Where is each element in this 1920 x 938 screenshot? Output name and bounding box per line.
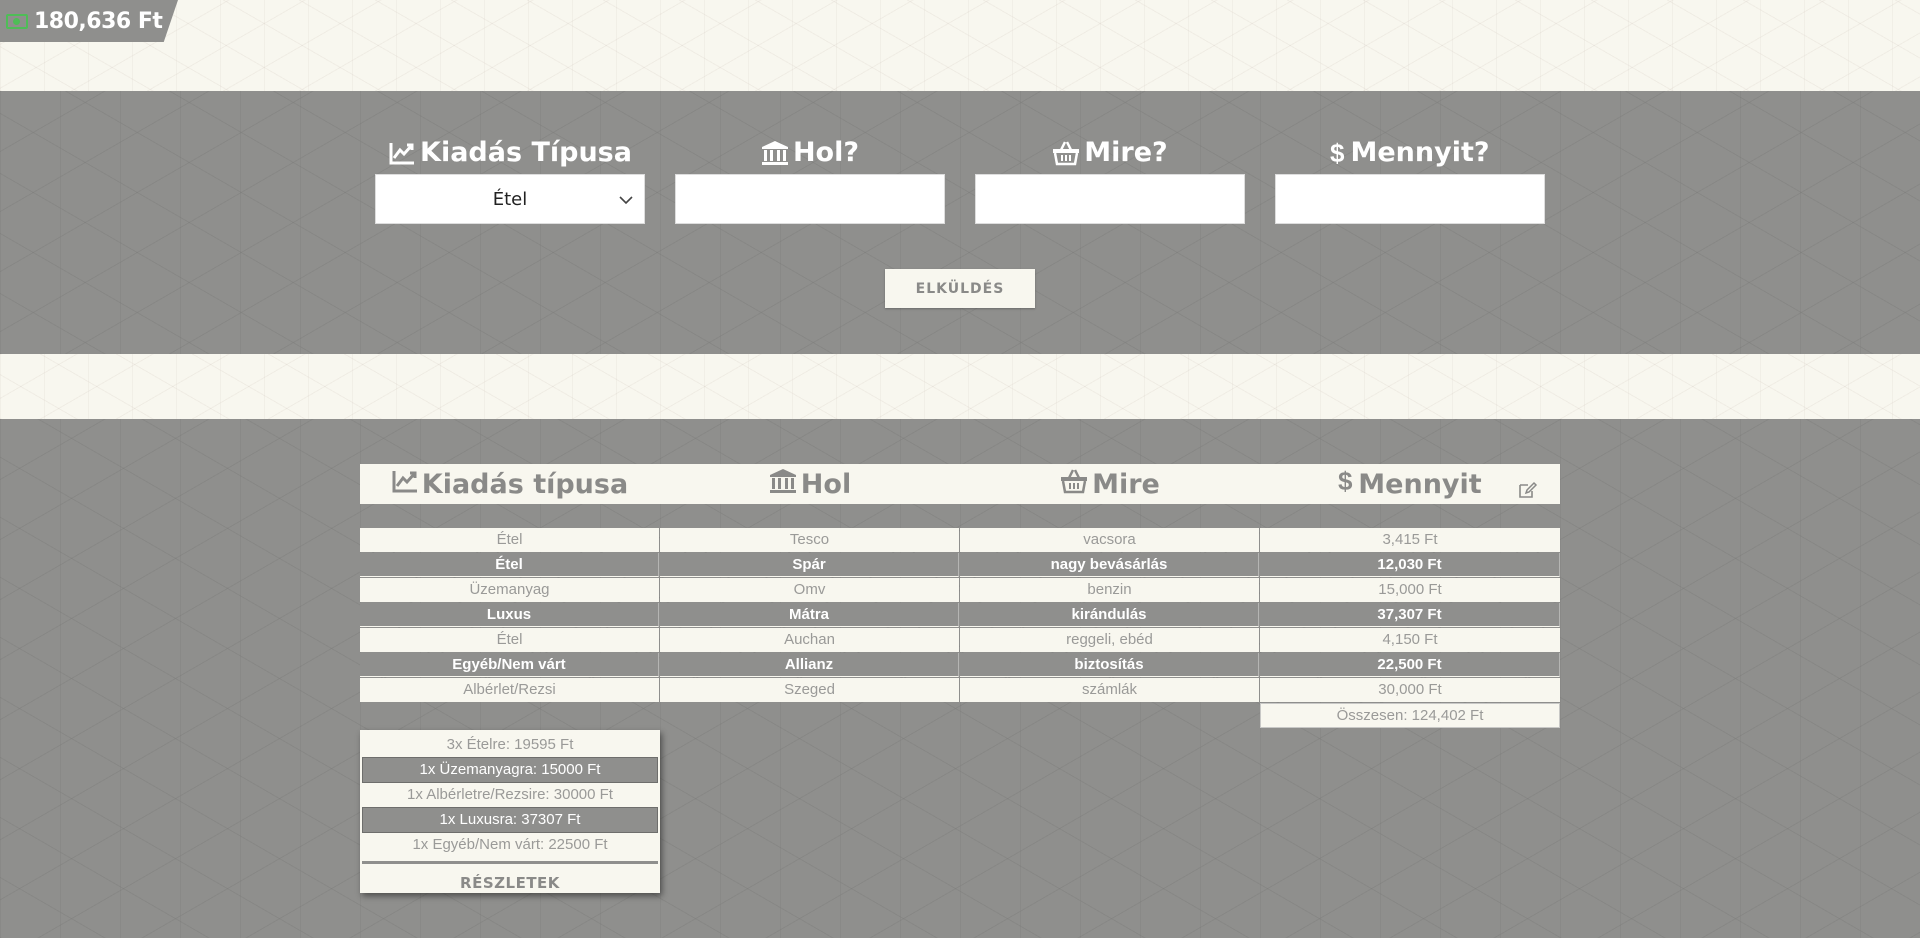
cell-type: Üzemanyag xyxy=(360,578,659,602)
expense-type-column: Kiadás Típusa xyxy=(375,133,645,173)
cell-where: Spár xyxy=(660,553,959,577)
table-row: Albérlet/Rezsi Szeged számlák 30,000 Ft xyxy=(360,678,1560,703)
table-total: Összesen: 124,402 Ft xyxy=(1260,703,1560,728)
svg-text:$: $ xyxy=(1330,139,1345,167)
header-what-text: Mire xyxy=(1092,468,1160,500)
expense-table: Étel Tesco vacsora 3,415 Ft Étel Spár na… xyxy=(360,528,1560,703)
cell-what: nagy bevásárlás xyxy=(960,553,1259,577)
summary-item: 1x Luxusra: 37307 Ft xyxy=(362,807,658,833)
expense-type-select[interactable]: Étel xyxy=(375,174,645,224)
table-row: Étel Spár nagy bevásárlás 12,030 Ft xyxy=(360,553,1560,578)
cell-type: Albérlet/Rezsi xyxy=(360,678,659,702)
summary-item: 3x Ételre: 19595 Ft xyxy=(446,736,574,753)
balance-badge: 180,636 Ft xyxy=(0,0,178,42)
dollar-icon: $ xyxy=(1330,139,1346,167)
table-row: Egyéb/Nem várt Allianz biztosítás 22,500… xyxy=(360,653,1560,678)
header-expense-type-text: Kiadás típusa xyxy=(421,468,629,500)
header-amount: $ Mennyit xyxy=(1260,464,1560,504)
table-row: Luxus Mátra kirándulás 37,307 Ft xyxy=(360,603,1560,628)
where-label: Hol? xyxy=(675,133,945,173)
header-what: Mire xyxy=(960,464,1260,504)
cell-type: Egyéb/Nem várt xyxy=(360,653,659,677)
cell-what: biztosítás xyxy=(960,653,1259,677)
line-chart-icon xyxy=(392,469,418,500)
where-label-text: Hol? xyxy=(792,137,860,168)
header-where: Hol xyxy=(660,464,960,504)
cell-what: kirándulás xyxy=(960,603,1259,627)
what-column: Mire? xyxy=(975,133,1245,173)
header-where-text: Hol xyxy=(800,468,852,500)
expense-type-selected: Étel xyxy=(492,188,528,210)
cell-amount: 22,500 Ft xyxy=(1260,653,1560,677)
table-header: Kiadás típusa Hol Mire $ Mennyit xyxy=(360,464,1560,504)
amount-label: $ Mennyit? xyxy=(1275,133,1545,173)
submit-button[interactable]: ELKÜLDÉS xyxy=(885,269,1035,308)
line-chart-icon xyxy=(388,139,416,167)
basket-icon xyxy=(1052,139,1080,167)
what-field[interactable] xyxy=(975,174,1245,224)
where-field[interactable] xyxy=(675,174,945,224)
amount-input[interactable] xyxy=(1276,175,1544,223)
cell-amount: 12,030 Ft xyxy=(1260,553,1560,577)
cell-what: benzin xyxy=(960,578,1259,602)
divider-band xyxy=(0,354,1920,419)
basket-icon xyxy=(1060,468,1088,501)
cell-amount: 30,000 Ft xyxy=(1260,678,1560,702)
cell-what: számlák xyxy=(960,678,1259,702)
cell-type: Étel xyxy=(360,628,659,652)
balance-amount: 180,636 Ft xyxy=(34,8,163,34)
where-input[interactable] xyxy=(676,175,944,223)
what-label: Mire? xyxy=(975,133,1245,173)
what-input[interactable] xyxy=(976,175,1244,223)
details-button[interactable]: RÉSZLETEK xyxy=(360,864,660,902)
cell-type: Étel xyxy=(360,528,659,552)
table-row: Étel Auchan reggeli, ebéd 4,150 Ft xyxy=(360,628,1560,653)
header-expense-type: Kiadás típusa xyxy=(360,464,660,504)
summary-item: 1x Üzemanyagra: 15000 Ft xyxy=(362,757,658,783)
cell-amount: 37,307 Ft xyxy=(1260,603,1560,627)
bank-icon xyxy=(761,139,789,167)
cell-where: Tesco xyxy=(660,528,959,552)
svg-text:$: $ xyxy=(1338,467,1353,495)
cell-amount: 4,150 Ft xyxy=(1260,628,1560,652)
edit-icon[interactable] xyxy=(1518,475,1538,498)
amount-field[interactable] xyxy=(1275,174,1545,224)
amount-column: $ Mennyit? xyxy=(1275,133,1545,173)
where-column: Hol? xyxy=(675,133,945,173)
cell-what: reggeli, ebéd xyxy=(960,628,1259,652)
bank-icon xyxy=(769,468,797,501)
cell-where: Allianz xyxy=(660,653,959,677)
cell-where: Auchan xyxy=(660,628,959,652)
cell-type: Luxus xyxy=(360,603,659,627)
table-row: Üzemanyag Omv benzin 15,000 Ft xyxy=(360,578,1560,603)
top-background xyxy=(0,0,1920,91)
cell-where: Mátra xyxy=(660,603,959,627)
summary-item: 1x Albérletre/Rezsire: 30000 Ft xyxy=(407,786,613,803)
amount-label-text: Mennyit? xyxy=(1350,137,1490,168)
cell-type: Étel xyxy=(360,553,659,577)
cell-amount: 15,000 Ft xyxy=(1260,578,1560,602)
what-label-text: Mire? xyxy=(1084,137,1168,168)
summary-card: 3x Ételre: 19595 Ft 1x Üzemanyagra: 1500… xyxy=(360,730,660,893)
expense-type-label: Kiadás Típusa xyxy=(375,133,645,173)
chevron-down-icon xyxy=(616,189,636,209)
cash-icon xyxy=(6,13,28,29)
form-section-background xyxy=(0,91,1920,354)
cell-where: Omv xyxy=(660,578,959,602)
table-row: Étel Tesco vacsora 3,415 Ft xyxy=(360,528,1560,553)
header-amount-text: Mennyit xyxy=(1358,468,1482,500)
dollar-icon: $ xyxy=(1338,466,1354,502)
summary-item: 1x Egyéb/Nem várt: 22500 Ft xyxy=(412,836,608,853)
cell-amount: 3,415 Ft xyxy=(1260,528,1560,552)
cell-where: Szeged xyxy=(660,678,959,702)
cell-what: vacsora xyxy=(960,528,1259,552)
expense-type-label-text: Kiadás Típusa xyxy=(420,137,632,168)
